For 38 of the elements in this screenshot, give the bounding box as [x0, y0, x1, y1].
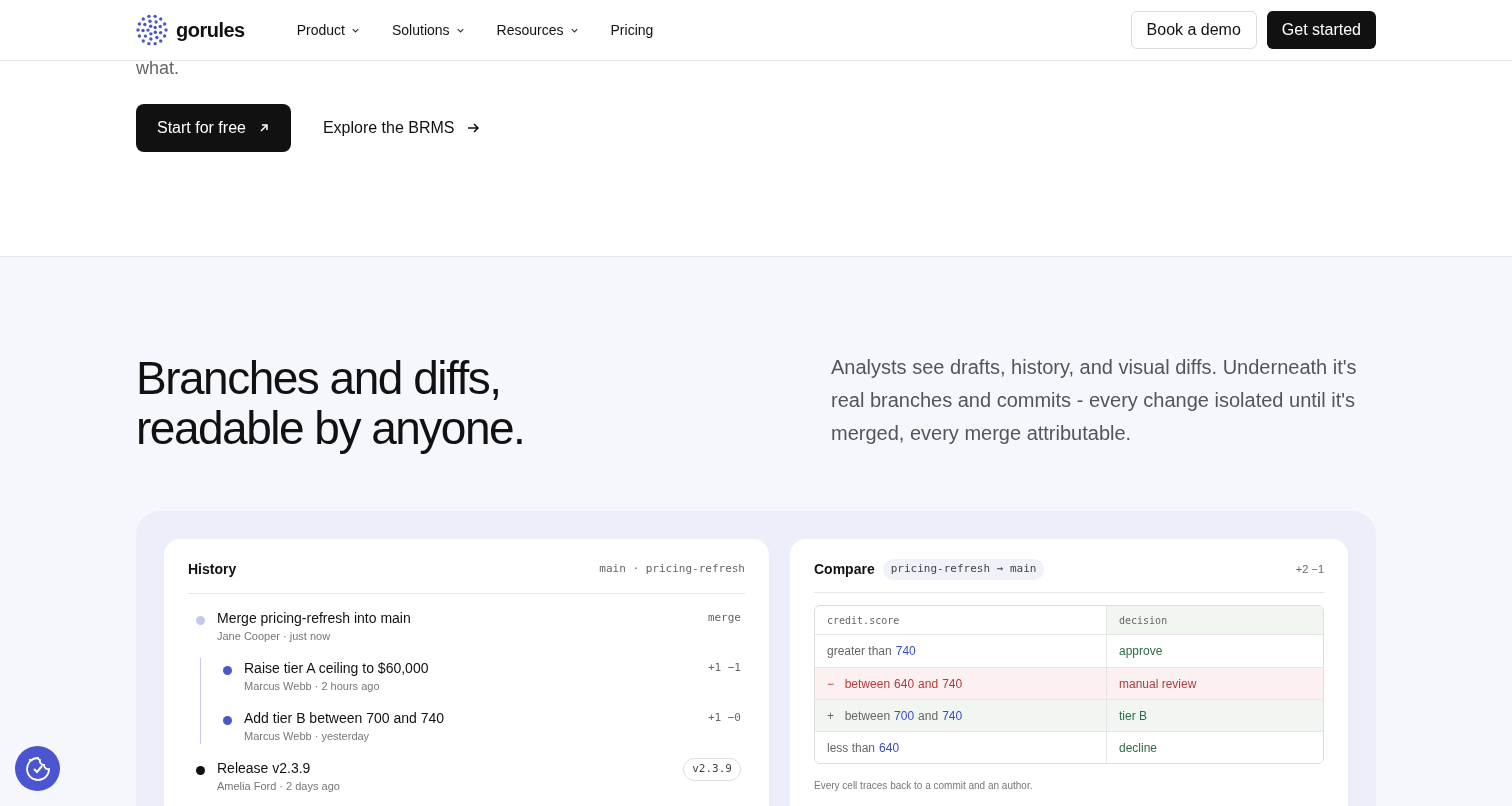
decision-cell-text: manual review	[1118, 675, 1198, 693]
diff-stat: +1 −1	[707, 660, 741, 676]
branch-ref: pricing-refresh → main	[882, 559, 1045, 580]
nav-link[interactable]: Pricing	[610, 19, 654, 41]
hero-text: what.	[136, 57, 181, 79]
explore-link[interactable]: Explore the BRMS	[322, 116, 480, 140]
commit-title: Merge pricing-refresh into main	[217, 609, 411, 628]
section-description: Analysts see drafts, history, and visual diffs. Underneath it's real branches and commits - every change isolated until it's merged, every merge attributable.	[831, 355, 1358, 446]
commit-title: Release v2.3.9	[217, 759, 312, 778]
commit-meta: Marcus Webb · yesterday	[244, 729, 371, 744]
diff-stat: +2 −1	[1295, 562, 1324, 578]
nav-link[interactable]: Solutions	[392, 19, 465, 41]
commit-title: Raise tier A ceiling to $60,000	[244, 659, 429, 678]
merge-label: merge	[707, 610, 741, 626]
column-header: decision	[1107, 606, 1323, 634]
section-heading: Branches and diffs, readable by anyone.	[136, 353, 526, 453]
logo-icon	[136, 14, 168, 46]
book-demo-button[interactable]: Book a demo	[1130, 11, 1257, 49]
decision-cell-text: decline	[1118, 739, 1159, 757]
diff-stat: +1 −0	[707, 710, 741, 726]
decision-cell-text: approve	[1118, 643, 1164, 660]
start-free-button[interactable]: Start for free	[136, 104, 291, 152]
decision-cell-text: tier B	[1118, 707, 1148, 725]
nav-link[interactable]: Product	[296, 19, 360, 41]
condition-cell: less than 640	[815, 732, 1107, 763]
arrow-right-icon	[466, 122, 480, 134]
card-title: History	[188, 560, 237, 579]
commit-meta: Jane Cooper · just now	[217, 629, 332, 644]
brand-name[interactable]: gorules	[176, 15, 245, 45]
cookie-icon	[23, 754, 52, 783]
commit-meta: Amelia Ford · 2 days ago	[217, 779, 340, 794]
commit-title: Add tier B between 700 and 740	[244, 709, 445, 728]
card-title: Compare	[814, 560, 875, 579]
get-started-button[interactable]: Get started	[1266, 11, 1376, 49]
footnote: Every cell traces back to a commit and an author.	[814, 779, 1034, 793]
branch-label: main · pricing-refresh	[599, 561, 745, 578]
commit-meta: Marcus Webb · 2 hours ago	[244, 679, 381, 694]
nav-link[interactable]: Resources	[496, 19, 579, 41]
